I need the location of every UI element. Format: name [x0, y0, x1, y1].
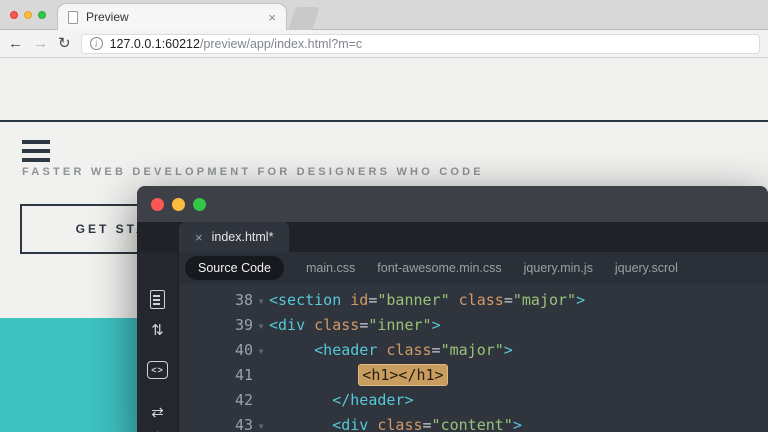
- screen: Preview × ← → ↻ i 127.0.0.1:60212/previe…: [0, 0, 768, 432]
- editor-close-button[interactable]: [151, 198, 164, 211]
- browser-tab-preview[interactable]: Preview ×: [58, 4, 286, 30]
- tab-close-icon[interactable]: ×: [268, 11, 276, 24]
- code-lines[interactable]: 38▼<section id="banner" class="major">39…: [179, 284, 768, 432]
- hero-heading: FASTER WEB DEVELOPMENT FOR DESIGNERS WHO…: [22, 166, 484, 178]
- hamburger-bar: [22, 158, 50, 162]
- code-line-41[interactable]: 41 <h1></h1>: [179, 363, 768, 388]
- back-button[interactable]: ←: [8, 36, 23, 51]
- sort-updown-icon[interactable]: ⇅: [151, 321, 164, 339]
- fold-arrow-icon[interactable]: ▼: [253, 312, 269, 339]
- editor-window: × index.html* ⇅ <> ⇄ ✳ Source Code main.c…: [137, 186, 768, 432]
- file-tab-font-awesome-min-css[interactable]: font-awesome.min.css: [377, 261, 501, 275]
- file-tab-main-css[interactable]: main.css: [306, 261, 355, 275]
- reload-button[interactable]: ↻: [58, 36, 71, 51]
- fold-arrow-icon[interactable]: ▼: [253, 337, 269, 364]
- hamburger-menu-button[interactable]: [22, 140, 50, 162]
- editor-window-controls: [151, 198, 206, 211]
- code-line-39[interactable]: 39▼<div class="inner">: [179, 313, 768, 338]
- editor-titlebar[interactable]: [137, 186, 768, 222]
- zoom-window-button[interactable]: [38, 11, 46, 19]
- editor-zoom-button[interactable]: [193, 198, 206, 211]
- editor-tab-title: index.html*: [212, 230, 274, 244]
- code-line-38[interactable]: 38▼<section id="banner" class="major">: [179, 288, 768, 313]
- line-number: 41: [179, 363, 253, 388]
- address-bar: ← → ↻ i 127.0.0.1:60212/preview/app/inde…: [0, 30, 768, 58]
- file-tab-source-code[interactable]: Source Code: [185, 256, 284, 280]
- code-line-43[interactable]: 43▼<div class="content">: [179, 413, 768, 432]
- browser-window-controls: [10, 11, 46, 19]
- editor-minimize-button[interactable]: [172, 198, 185, 211]
- editor-tab-close-icon[interactable]: ×: [195, 230, 203, 245]
- site-info-icon[interactable]: i: [90, 37, 103, 50]
- editor-main: Source Code main.css font-awesome.min.css j…: [179, 252, 768, 432]
- editor-icon-rail: ⇅ <> ⇄ ✳: [137, 252, 179, 432]
- code-text: <div class="inner">: [269, 313, 441, 338]
- close-window-button[interactable]: [10, 11, 18, 19]
- fold-spacer: [253, 375, 269, 377]
- code-text: <div class="content">: [269, 413, 522, 432]
- fold-arrow-icon[interactable]: ▼: [253, 412, 269, 432]
- url-path: /preview/app/index.html?m=c: [200, 37, 362, 51]
- code-text: <h1></h1>: [269, 363, 447, 388]
- browser-tabbar: Preview ×: [0, 0, 768, 30]
- code-text: <section id="banner" class="major">: [269, 288, 585, 313]
- fold-spacer: [253, 400, 269, 402]
- hamburger-bar: [22, 149, 50, 153]
- new-tab-button[interactable]: [288, 7, 319, 30]
- editor-file-tabs: Source Code main.css font-awesome.min.css j…: [179, 252, 768, 284]
- file-tab-jquery-min-js[interactable]: jquery.min.js: [524, 261, 593, 275]
- minimize-window-button[interactable]: [24, 11, 32, 19]
- header-divider: [0, 120, 768, 122]
- tab-favicon-icon: [68, 11, 78, 24]
- code-text: </header>: [269, 388, 413, 413]
- editor-body: ⇅ <> ⇄ ✳ Source Code main.css font-awesome…: [137, 252, 768, 432]
- swap-arrows-icon[interactable]: ⇄: [151, 403, 164, 421]
- tab-title: Preview: [86, 10, 260, 24]
- url-field[interactable]: i 127.0.0.1:60212/preview/app/index.html…: [81, 34, 760, 54]
- file-icon[interactable]: [150, 290, 165, 309]
- code-icon[interactable]: <>: [147, 361, 168, 379]
- code-line-40[interactable]: 40▼<header class="major">: [179, 338, 768, 363]
- hamburger-bar: [22, 140, 50, 144]
- forward-button[interactable]: →: [33, 36, 48, 51]
- line-number: 42: [179, 388, 253, 413]
- file-tab-jquery-scrol[interactable]: jquery.scrol: [615, 261, 678, 275]
- code-line-42[interactable]: 42 </header>: [179, 388, 768, 413]
- code-text: <header class="major">: [269, 338, 513, 363]
- editor-tab-index-html[interactable]: × index.html*: [179, 222, 289, 252]
- line-number: 38: [179, 288, 253, 313]
- editor-tabstrip: × index.html*: [137, 222, 768, 252]
- fold-arrow-icon[interactable]: ▼: [253, 287, 269, 314]
- line-number: 39: [179, 313, 253, 338]
- line-number: 43: [179, 413, 253, 432]
- url-host: 127.0.0.1:60212: [110, 37, 200, 51]
- line-number: 40: [179, 338, 253, 363]
